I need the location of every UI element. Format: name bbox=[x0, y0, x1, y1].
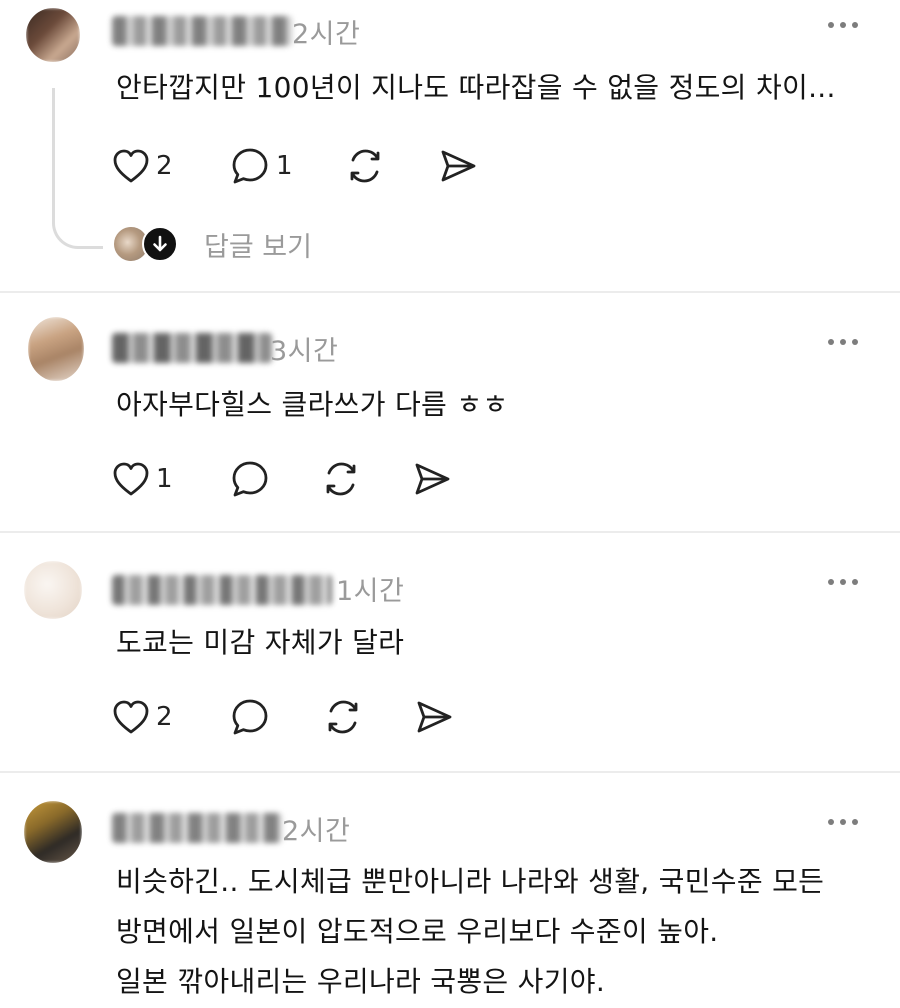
reply-button[interactable] bbox=[230, 457, 270, 501]
heart-icon bbox=[113, 462, 149, 496]
repost-button[interactable] bbox=[320, 457, 362, 501]
heart-icon bbox=[113, 700, 149, 734]
like-button[interactable]: 2 bbox=[112, 695, 173, 739]
avatar[interactable] bbox=[28, 317, 84, 381]
comment-text: 안타깝지만 100년이 지나도 따라잡을 수 없을 정도의 차이... bbox=[116, 63, 836, 113]
avatar[interactable] bbox=[26, 8, 80, 62]
share-button[interactable] bbox=[412, 457, 452, 501]
reply-button[interactable] bbox=[230, 695, 270, 739]
speech-bubble-icon bbox=[232, 461, 268, 497]
comment-text-line: 비슷하긴.. 도시체급 뿐만아니라 나라와 생활, 국민수준 모든 bbox=[116, 865, 825, 898]
view-replies[interactable]: 답글 보기 bbox=[112, 224, 312, 264]
comment-4: 2시간 비슷하긴.. 도시체급 뿐만아니라 나라와 생활, 국민수준 모든 방면… bbox=[0, 773, 900, 1008]
more-options-icon[interactable] bbox=[828, 815, 868, 829]
comment-2: 3시간 아자부다힐스 클라쓰가 다름 ㅎㅎ 1 bbox=[0, 293, 900, 531]
username-blurred[interactable] bbox=[112, 333, 272, 363]
repost-button[interactable] bbox=[322, 695, 364, 739]
comment-text-line: 안타깝지만 100년이 지나도 따라잡을 수 없을 정도의 차이... bbox=[116, 71, 836, 104]
comment-text: 도쿄는 미감 자체가 달라 bbox=[116, 618, 404, 668]
more-options-icon[interactable] bbox=[828, 335, 868, 349]
like-button[interactable]: 2 bbox=[112, 144, 173, 188]
reply-button[interactable]: 1 bbox=[230, 144, 293, 188]
like-count: 1 bbox=[156, 464, 173, 494]
avatar[interactable] bbox=[24, 801, 82, 863]
send-icon bbox=[417, 701, 452, 733]
share-button[interactable] bbox=[438, 144, 478, 188]
comment-text-line: 방면에서 일본이 압도적으로 우리보다 수준이 높아. bbox=[116, 915, 719, 948]
arrow-down-icon bbox=[142, 226, 178, 262]
comment-time: 3시간 bbox=[270, 336, 339, 367]
comment-1: 2시간 안타깝지만 100년이 지나도 따라잡을 수 없을 정도의 차이... … bbox=[0, 0, 900, 290]
like-count: 2 bbox=[156, 151, 173, 181]
comment-text: 아자부다힐스 클라쓰가 다름 ㅎㅎ bbox=[116, 380, 508, 430]
like-button[interactable]: 1 bbox=[112, 457, 173, 501]
comment-text-line: 도쿄는 미감 자체가 달라 bbox=[116, 626, 405, 659]
username-blurred[interactable] bbox=[112, 813, 282, 843]
comment-3: 1시간 도쿄는 미감 자체가 달라 2 bbox=[0, 533, 900, 771]
repost-button[interactable] bbox=[344, 144, 386, 188]
send-icon bbox=[441, 150, 476, 182]
like-count: 2 bbox=[156, 702, 173, 732]
comment-text-line: 일본 깎아내리는 우리나라 국뽕은 사기야. bbox=[116, 965, 606, 998]
more-options-icon[interactable] bbox=[828, 575, 868, 589]
comment-time: 1시간 bbox=[336, 576, 405, 607]
repost-icon bbox=[350, 149, 380, 183]
comment-time: 2시간 bbox=[292, 19, 361, 50]
repost-icon bbox=[328, 700, 358, 734]
speech-bubble-icon bbox=[232, 148, 268, 184]
share-button[interactable] bbox=[414, 695, 454, 739]
heart-icon bbox=[113, 149, 149, 183]
reply-count: 1 bbox=[276, 151, 293, 181]
more-options-icon[interactable] bbox=[828, 18, 868, 32]
view-replies-label: 답글 보기 bbox=[204, 231, 312, 263]
comment-text: 비슷하긴.. 도시체급 뿐만아니라 나라와 생활, 국민수준 모든 방면에서 일… bbox=[116, 857, 824, 1007]
username-blurred[interactable] bbox=[112, 16, 292, 46]
repost-icon bbox=[326, 462, 356, 496]
avatar[interactable] bbox=[24, 561, 82, 619]
thread-line bbox=[52, 88, 103, 249]
username-blurred[interactable] bbox=[112, 575, 332, 605]
speech-bubble-icon bbox=[232, 699, 268, 735]
comment-text-line: 아자부다힐스 클라쓰가 다름 ㅎㅎ bbox=[116, 388, 509, 421]
send-icon bbox=[415, 463, 450, 495]
comment-time: 2시간 bbox=[282, 816, 351, 847]
